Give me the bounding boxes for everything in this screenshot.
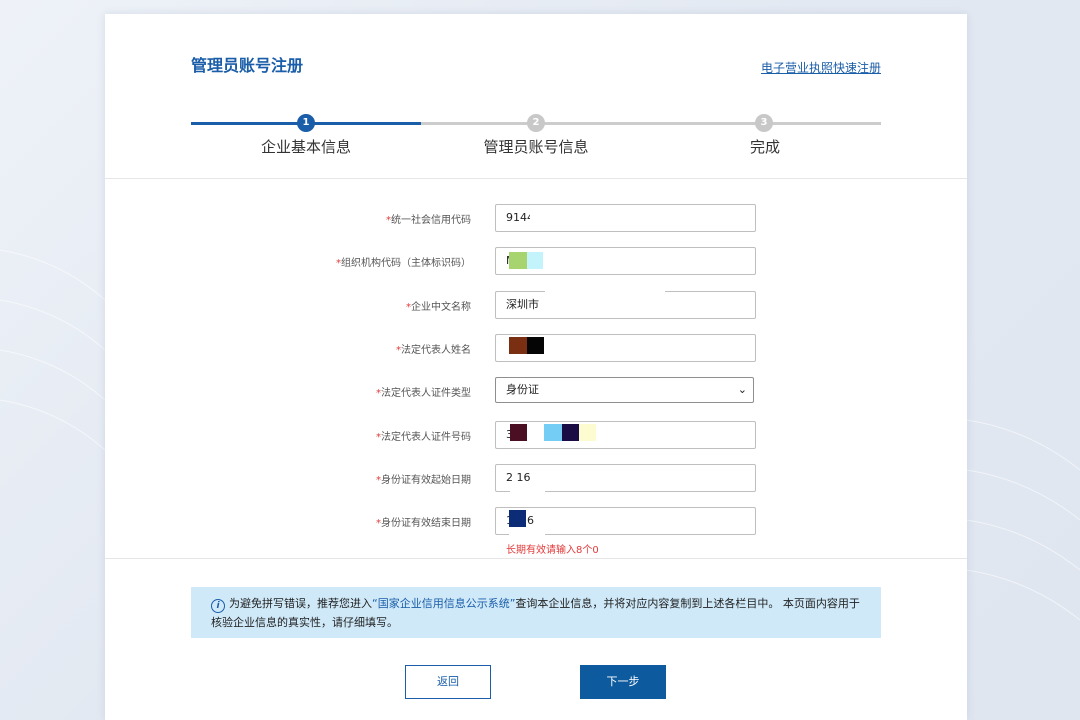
field-row-id-type: *法定代表人证件类型 身份证 ⌄ bbox=[105, 377, 967, 405]
redaction-mask bbox=[545, 291, 665, 307]
field-row-credit-code: *统一社会信用代码 9144 bbox=[105, 204, 967, 232]
field-row-legal-rep-name: *法定代表人姓名 bbox=[105, 334, 967, 362]
redaction-block bbox=[562, 424, 579, 441]
stepper-line-pending bbox=[421, 122, 881, 125]
field-row-org-code: *组织机构代码（主体标识码） M bbox=[105, 247, 967, 275]
legal-rep-name-label: *法定代表人姓名 bbox=[396, 341, 471, 356]
id-type-selected-value: 身份证 bbox=[506, 383, 539, 396]
id-start-date-label: *身份证有效起始日期 bbox=[376, 471, 471, 486]
redaction-block bbox=[579, 424, 596, 441]
step-3-label: 完成 bbox=[685, 136, 845, 157]
org-code-label: *组织机构代码（主体标识码） bbox=[336, 254, 471, 269]
gsxt-system-link[interactable]: “国家企业信用信息公示系统” bbox=[372, 597, 515, 610]
next-step-button[interactable]: 下一步 bbox=[580, 665, 666, 699]
id-end-date-label: *身份证有效结束日期 bbox=[376, 514, 471, 529]
field-row-id-end-date: *身份证有效结束日期 1016 bbox=[105, 507, 967, 535]
back-button[interactable]: 返回 bbox=[405, 665, 491, 699]
info-notice: i为避免拼写错误，推荐您进入“国家企业信用信息公示系统”查询本企业信息，并将对应… bbox=[191, 587, 881, 638]
page-title: 管理员账号注册 bbox=[191, 52, 303, 76]
step-1-indicator: 1 bbox=[297, 114, 315, 132]
redaction-mask bbox=[530, 210, 650, 226]
quick-register-link[interactable]: 电子营业执照快速注册 bbox=[761, 59, 881, 76]
redaction-block bbox=[527, 337, 544, 354]
field-row-id-number: *法定代表人证件号码 3 bbox=[105, 421, 967, 449]
step-2-indicator: 2 bbox=[527, 114, 545, 132]
registration-card: 管理员账号注册 电子营业执照快速注册 1 企业基本信息 2 管理员账号信息 3 … bbox=[105, 14, 967, 720]
id-type-select[interactable]: 身份证 ⌄ bbox=[495, 377, 754, 403]
progress-stepper: 1 企业基本信息 2 管理员账号信息 3 完成 bbox=[191, 114, 881, 174]
redaction-mask bbox=[510, 483, 545, 495]
redaction-block bbox=[544, 424, 562, 441]
id-type-label: *法定代表人证件类型 bbox=[376, 384, 471, 399]
redaction-block bbox=[527, 252, 543, 269]
notice-text-before: 为避免拼写错误，推荐您进入 bbox=[229, 597, 372, 610]
section-divider bbox=[105, 558, 967, 559]
redaction-mask bbox=[509, 527, 545, 537]
redaction-block bbox=[509, 510, 526, 527]
redaction-block bbox=[509, 252, 527, 269]
field-row-id-start-date: *身份证有效起始日期 2 16 bbox=[105, 464, 967, 492]
step-2-label: 管理员账号信息 bbox=[456, 136, 616, 157]
chevron-down-icon: ⌄ bbox=[738, 378, 747, 402]
redaction-block bbox=[510, 424, 527, 441]
id-number-input[interactable]: 3 bbox=[495, 421, 756, 449]
credit-code-label: *统一社会信用代码 bbox=[386, 211, 471, 226]
date-format-hint: 长期有效请输入8个0 bbox=[506, 541, 599, 556]
company-name-label: *企业中文名称 bbox=[406, 298, 471, 313]
step-3-indicator: 3 bbox=[755, 114, 773, 132]
field-row-company-name: *企业中文名称 深圳市 bbox=[105, 291, 967, 319]
section-divider bbox=[105, 178, 967, 179]
step-1-label: 企业基本信息 bbox=[226, 136, 386, 157]
redaction-block bbox=[509, 337, 527, 354]
id-number-label: *法定代表人证件号码 bbox=[376, 428, 471, 443]
info-icon: i bbox=[211, 599, 225, 613]
